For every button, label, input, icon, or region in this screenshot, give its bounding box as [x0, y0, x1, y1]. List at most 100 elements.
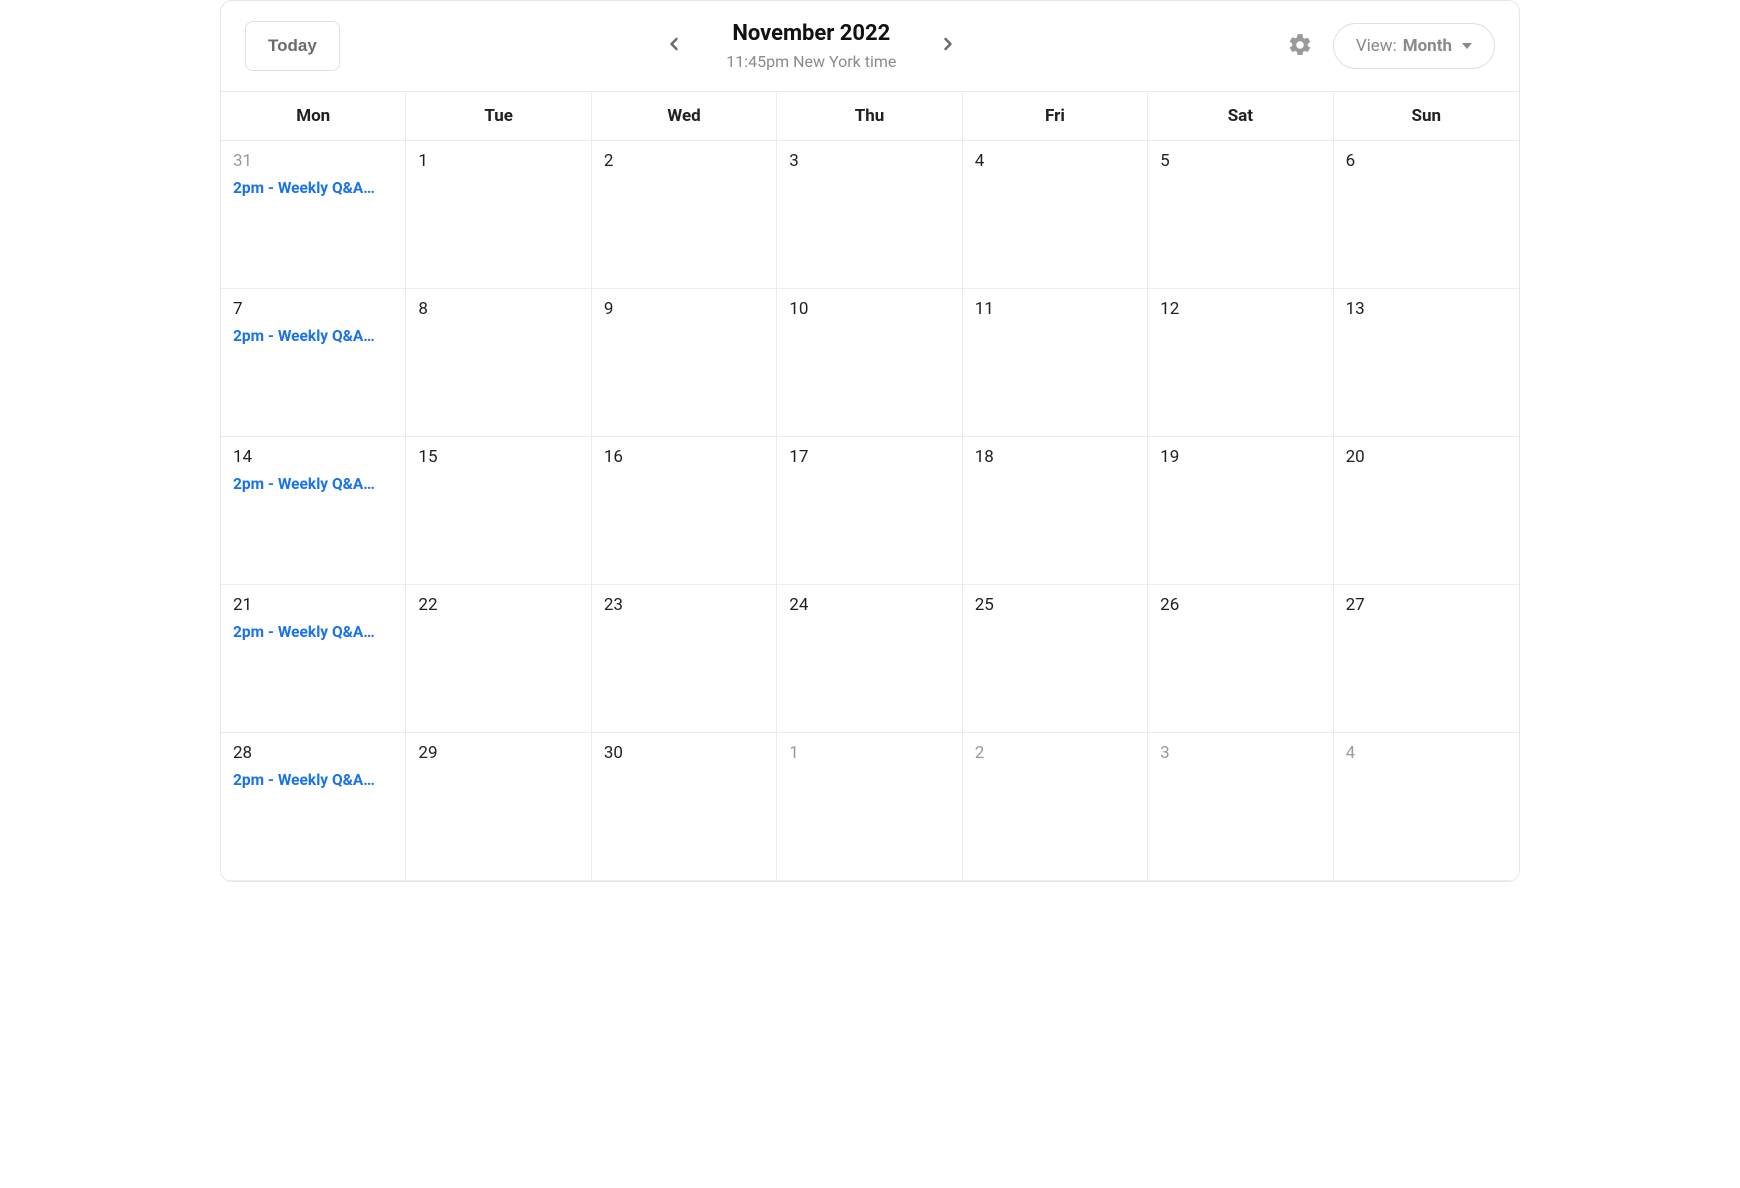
timezone-subtitle: 11:45pm New York time [726, 52, 896, 71]
weekday-header-row: MonTueWedThuFriSatSun [221, 91, 1519, 141]
day-number: 2 [975, 743, 1135, 763]
chevron-left-icon [664, 34, 684, 57]
day-number: 30 [604, 743, 764, 763]
calendar-event[interactable]: 2pm - Weekly Q&A… [233, 475, 393, 493]
calendar-grid: 312pm - Weekly Q&A…12345672pm - Weekly Q… [221, 141, 1519, 881]
day-number: 5 [1160, 151, 1320, 171]
calendar-event[interactable]: 2pm - Weekly Q&A… [233, 327, 393, 345]
day-cell[interactable]: 1 [406, 141, 591, 289]
day-number: 28 [233, 743, 393, 763]
day-number: 12 [1160, 299, 1320, 319]
day-number: 20 [1346, 447, 1507, 467]
day-cell[interactable]: 5 [1148, 141, 1333, 289]
day-number: 3 [1160, 743, 1320, 763]
day-cell[interactable]: 24 [777, 585, 962, 733]
day-cell[interactable]: 25 [963, 585, 1148, 733]
day-number: 1 [418, 151, 578, 171]
day-cell[interactable]: 28 2pm - Weekly Q&A… [221, 733, 406, 881]
day-number: 10 [789, 299, 949, 319]
day-number: 19 [1160, 447, 1320, 467]
day-number: 22 [418, 595, 578, 615]
day-cell[interactable]: 27 [1334, 585, 1519, 733]
day-cell[interactable]: 29 [406, 733, 591, 881]
next-month-button[interactable] [932, 28, 964, 63]
day-cell[interactable]: 30 [592, 733, 777, 881]
day-number: 17 [789, 447, 949, 467]
day-number: 24 [789, 595, 949, 615]
calendar-toolbar: Today November 2022 11:45pm New York tim… [221, 1, 1519, 91]
day-cell[interactable]: 2 [592, 141, 777, 289]
day-number: 1 [789, 743, 949, 763]
day-number: 18 [975, 447, 1135, 467]
day-cell[interactable]: 3 [777, 141, 962, 289]
gear-icon [1287, 32, 1313, 61]
day-cell[interactable]: 17 [777, 437, 962, 585]
day-number: 14 [233, 447, 393, 467]
view-prefix-label: View: [1356, 36, 1397, 56]
day-cell[interactable]: 19 [1148, 437, 1333, 585]
weekday-header: Sun [1334, 92, 1519, 141]
calendar-event[interactable]: 2pm - Weekly Q&A… [233, 179, 393, 197]
day-cell[interactable]: 10 [777, 289, 962, 437]
month-nav: November 2022 11:45pm New York time [340, 21, 1283, 70]
day-number: 26 [1160, 595, 1320, 615]
chevron-right-icon [938, 34, 958, 57]
toolbar-right: View: Month [1283, 23, 1495, 69]
day-number: 9 [604, 299, 764, 319]
day-cell[interactable]: 12 [1148, 289, 1333, 437]
day-cell[interactable]: 15 [406, 437, 591, 585]
day-number: 3 [789, 151, 949, 171]
day-number: 11 [975, 299, 1135, 319]
day-cell[interactable]: 13 [1334, 289, 1519, 437]
day-cell[interactable]: 22 [406, 585, 591, 733]
calendar-event[interactable]: 2pm - Weekly Q&A… [233, 623, 393, 641]
caret-down-icon [1462, 43, 1472, 49]
day-number: 4 [975, 151, 1135, 171]
month-title-block: November 2022 11:45pm New York time [726, 21, 896, 70]
day-cell[interactable]: 2 [963, 733, 1148, 881]
day-number: 15 [418, 447, 578, 467]
day-number: 25 [975, 595, 1135, 615]
day-number: 8 [418, 299, 578, 319]
view-value-label: Month [1403, 36, 1452, 56]
day-cell[interactable]: 16 [592, 437, 777, 585]
day-number: 6 [1346, 151, 1507, 171]
day-cell[interactable]: 18 [963, 437, 1148, 585]
day-cell[interactable]: 4 [963, 141, 1148, 289]
day-cell[interactable]: 14 2pm - Weekly Q&A… [221, 437, 406, 585]
day-number: 7 [233, 299, 393, 319]
day-number: 13 [1346, 299, 1507, 319]
view-selector[interactable]: View: Month [1333, 23, 1495, 69]
day-cell[interactable]: 1 [777, 733, 962, 881]
settings-button[interactable] [1283, 28, 1317, 65]
day-number: 2 [604, 151, 764, 171]
day-number: 31 [233, 151, 393, 171]
weekday-header: Tue [406, 92, 591, 141]
day-number: 29 [418, 743, 578, 763]
month-title: November 2022 [726, 21, 896, 47]
weekday-header: Sat [1148, 92, 1333, 141]
weekday-header: Thu [777, 92, 962, 141]
day-cell[interactable]: 31 2pm - Weekly Q&A… [221, 141, 406, 289]
day-cell[interactable]: 4 [1334, 733, 1519, 881]
day-cell[interactable]: 6 [1334, 141, 1519, 289]
prev-month-button[interactable] [658, 28, 690, 63]
weekday-header: Fri [963, 92, 1148, 141]
day-cell[interactable]: 8 [406, 289, 591, 437]
day-cell[interactable]: 21 2pm - Weekly Q&A… [221, 585, 406, 733]
day-cell[interactable]: 11 [963, 289, 1148, 437]
day-cell[interactable]: 3 [1148, 733, 1333, 881]
day-cell[interactable]: 9 [592, 289, 777, 437]
weekday-header: Mon [221, 92, 406, 141]
day-number: 4 [1346, 743, 1507, 763]
day-cell[interactable]: 7 2pm - Weekly Q&A… [221, 289, 406, 437]
day-cell[interactable]: 20 [1334, 437, 1519, 585]
calendar-container: Today November 2022 11:45pm New York tim… [220, 0, 1520, 882]
day-number: 27 [1346, 595, 1507, 615]
weekday-header: Wed [592, 92, 777, 141]
day-cell[interactable]: 23 [592, 585, 777, 733]
calendar-event[interactable]: 2pm - Weekly Q&A… [233, 771, 393, 789]
day-number: 21 [233, 595, 393, 615]
today-button[interactable]: Today [245, 21, 340, 71]
day-cell[interactable]: 26 [1148, 585, 1333, 733]
